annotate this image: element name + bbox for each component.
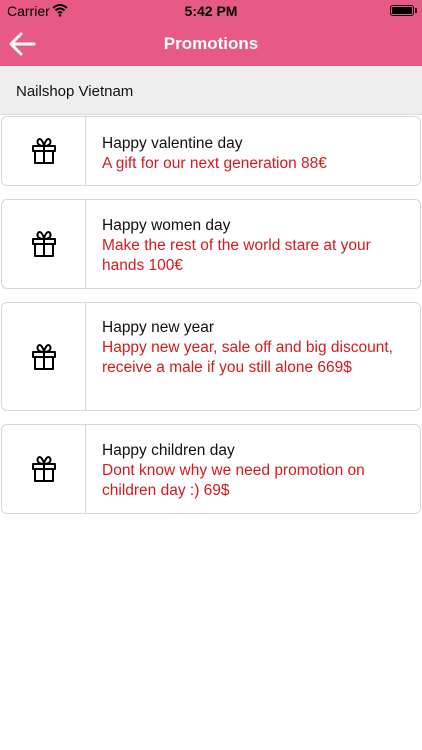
promotion-icon-box xyxy=(2,200,86,288)
shop-name: Nailshop Vietnam xyxy=(16,83,134,100)
page-title: Promotions xyxy=(163,34,259,53)
promotion-icon-box xyxy=(2,303,86,410)
promotion-description: Happy new year, sale off and big discoun… xyxy=(102,339,393,376)
promotion-card[interactable]: Happy new year Happy new year, sale off … xyxy=(1,302,421,411)
promotion-description: A gift for our next generation 88€ xyxy=(102,155,327,172)
promotion-name: Happy new year xyxy=(102,319,215,336)
promotion-card[interactable]: Happy women day Make the rest of the wor… xyxy=(1,199,421,289)
promotion-card[interactable]: Happy children day Dont know why we need… xyxy=(1,424,421,514)
battery-tip xyxy=(415,8,417,13)
promotion-icon-box xyxy=(2,117,86,185)
gift-icon xyxy=(31,138,56,164)
section-header: Nailshop Vietnam xyxy=(0,66,422,115)
promotion-card[interactable]: Happy valentine day A gift for our next … xyxy=(1,116,421,186)
gift-icon xyxy=(31,343,56,370)
promotion-name: Happy valentine day xyxy=(102,135,243,152)
gift-icon xyxy=(31,231,56,257)
status-bar: Carrier 5:42 PM xyxy=(0,0,422,22)
navigation-bar: Promotions xyxy=(0,22,422,66)
gift-icon xyxy=(31,456,56,482)
promotion-description: Dont know why we need promotion on child… xyxy=(102,462,365,499)
promotion-name: Happy children day xyxy=(102,442,235,459)
promotion-name: Happy women day xyxy=(102,217,231,234)
clock: 5:42 PM xyxy=(184,3,238,19)
promotion-description: Make the rest of the world stare at your… xyxy=(102,237,371,274)
battery-icon xyxy=(390,5,414,16)
promotion-icon-box xyxy=(2,425,86,513)
